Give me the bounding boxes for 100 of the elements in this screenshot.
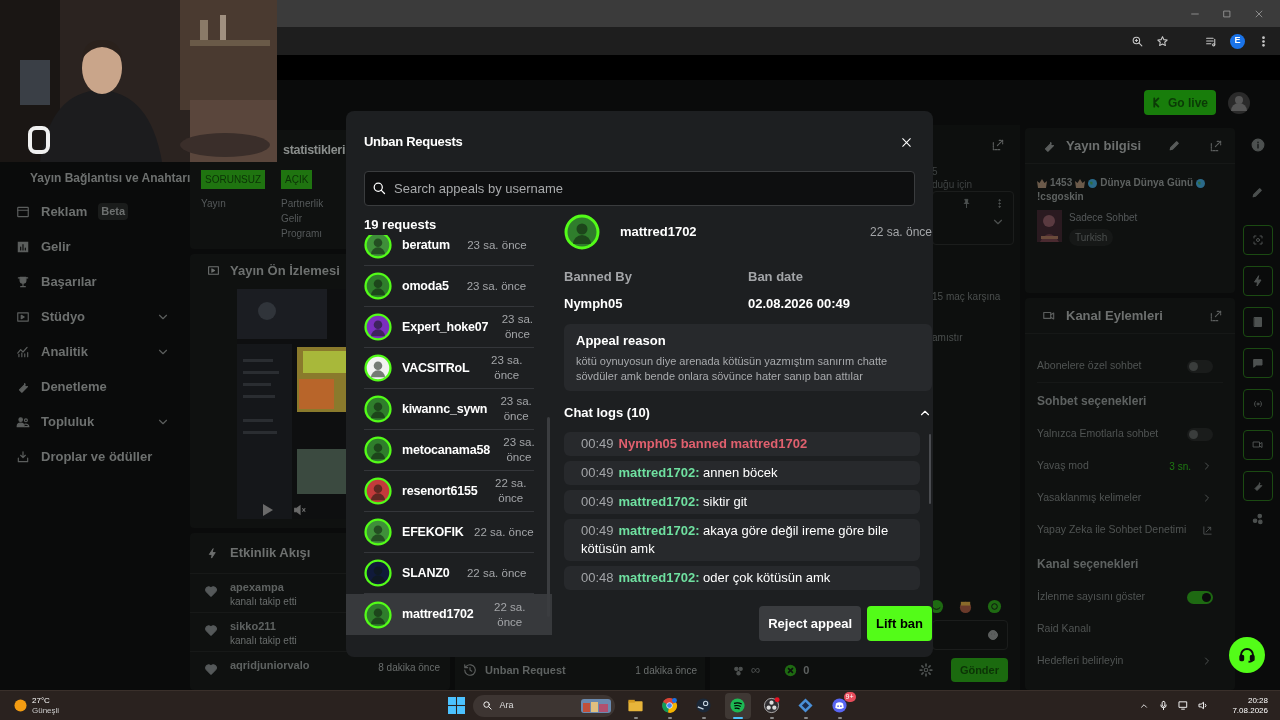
chat-log-entry: 00:48 mattred1702: oder çok kötüsün amk (564, 565, 920, 590)
speaker-icon (1198, 700, 1210, 711)
broadcast-icon (1251, 398, 1264, 410)
setting-row[interactable]: Yavaş mod 3 sn. (1025, 450, 1225, 482)
status-badge: SORUNSUZ (201, 170, 266, 189)
app-icon (831, 697, 848, 714)
activity-time: 8 dakika önce (378, 661, 440, 675)
status-icon (784, 663, 798, 677)
maximize-icon (1222, 8, 1232, 19)
setting-row[interactable]: Yalnızca Emotlarla sohbet (1025, 418, 1225, 450)
info-icon (1250, 138, 1265, 152)
detail-time: 22 sa. önce (869, 224, 932, 241)
category-text: Sadece Sohbet (1069, 211, 1138, 225)
weather-widget[interactable]: 27°C Güneşli (0, 695, 200, 716)
chat-log-entry: 00:49 mattred1702: akaya göre değil ireme göre bile kötüsün amk (564, 518, 920, 561)
setting-value: 3 sn. (1169, 459, 1191, 474)
toggle-switch[interactable] (1187, 427, 1213, 441)
trophy-icon (16, 274, 30, 289)
window-icon (16, 204, 30, 219)
request-row[interactable]: VACSITRoL 23 sa. önce (364, 348, 534, 389)
request-row[interactable]: mattred1702 22 sa. önce (346, 594, 552, 635)
request-row[interactable]: beratum 23 sa. önce (364, 235, 534, 266)
popout-icon (1209, 138, 1223, 153)
network-icon (1178, 700, 1190, 711)
request-row[interactable]: metocanama58 23 sa. önce (364, 430, 534, 471)
sidebar-item[interactable]: Denetleme (0, 369, 190, 404)
taskbar-app[interactable] (724, 692, 751, 719)
toggle-switch[interactable] (1187, 590, 1213, 604)
chat-log-entry: 00:49 mattred1702: annen böcek (564, 460, 920, 485)
request-row[interactable]: kiwannc_sywn 23 sa. önce (364, 389, 534, 430)
sidebar-item[interactable]: Analitik (0, 334, 190, 369)
play-icon[interactable] (262, 503, 274, 518)
search-field[interactable]: Ara (472, 694, 615, 717)
request-row[interactable]: EFEKOFIK 22 sa. önce (364, 512, 534, 553)
profile-avatar[interactable]: E (1230, 33, 1245, 49)
viewer-count: ∞ (751, 661, 761, 680)
sidebar-item[interactable]: Droplar ve ödüller (0, 439, 190, 474)
folder-icon (627, 697, 644, 714)
film-icon (16, 309, 30, 324)
setting-row[interactable]: Hedefleri belirleyin (1025, 645, 1225, 677)
stream-title-text: Dünya Dünya Günü (1100, 176, 1194, 190)
lift-ban-button[interactable]: Lift ban (867, 606, 932, 641)
setting-row[interactable]: Yapay Zeka ile Sohbet Denetimi (1025, 514, 1225, 546)
setting-row[interactable]: Abonelere özel sohbet (1025, 350, 1225, 382)
headset-icon (1238, 646, 1256, 664)
section-heading: Kanal seçenekleri (1037, 555, 1139, 573)
heart-icon (204, 584, 218, 598)
crown-icon (1075, 178, 1086, 188)
windows-start-icon[interactable] (447, 697, 465, 714)
film-icon (207, 263, 220, 277)
setting-row[interactable]: Yasaklanmış kelimeler (1025, 482, 1225, 514)
request-count: 19 requests (364, 217, 438, 233)
go-live-button[interactable]: Go live (1144, 90, 1216, 115)
bolt-icon (1251, 275, 1264, 287)
card-title: statistikleri (283, 141, 346, 159)
request-row[interactable]: omoda5 23 sa. önce (364, 266, 534, 307)
globe-icon (1088, 178, 1098, 188)
section-title: Chat logs (10) (564, 403, 650, 422)
sidebar-item[interactable]: Topluluk (0, 404, 190, 439)
setting-row[interactable]: İzlenme sayısını göster (1025, 581, 1225, 613)
modal-title: Unban Requests (364, 133, 463, 152)
field-value: 02.08.2026 00:49 (748, 294, 851, 313)
field-value: Nymph05 (564, 294, 624, 313)
drop-box-icon (16, 449, 30, 464)
activity-user: aqridjuniorvalo (230, 658, 310, 672)
card-title: Yayın bilgisi (1066, 136, 1142, 155)
detail-username: mattred1702 (620, 223, 697, 242)
app-icon (661, 697, 678, 714)
avatar-icon[interactable] (1228, 91, 1250, 114)
reject-button[interactable]: Reject appeal (759, 606, 862, 641)
smiley-icon (987, 629, 999, 641)
search-field[interactable]: Search appeals by username (364, 171, 915, 206)
zoom-icon (1131, 34, 1144, 48)
sidebar-item[interactable]: Reklam Beta (0, 194, 190, 229)
bolt-icon (207, 547, 218, 559)
search-icon (481, 700, 493, 711)
sidebar-item[interactable]: Gelir (0, 229, 190, 264)
app-icon (763, 697, 780, 714)
pencil-icon (1251, 186, 1264, 199)
stream-key-link[interactable]: Yayın Bağlantısı ve Anahtarı (30, 170, 190, 186)
pin-icon (961, 198, 972, 209)
app-icon (695, 697, 712, 714)
field-label: Banned By (564, 268, 633, 286)
user-avatar (564, 214, 600, 250)
status-label: Partnerlik Gelir Programı (281, 197, 325, 241)
activity-text: kanalı takip etti (230, 595, 297, 609)
dots-icon (1250, 512, 1265, 526)
bar-chart-icon (16, 239, 30, 254)
line-chart-icon (16, 344, 30, 359)
chat-message: amıstır (932, 331, 964, 345)
request-row[interactable]: Expert_hoke07 23 sa. önce (364, 307, 534, 348)
app-icon (797, 697, 814, 714)
activity-user: apexampa (230, 580, 285, 594)
sidebar-item[interactable]: Başarılar (0, 264, 190, 299)
toggle-switch[interactable] (1187, 359, 1213, 373)
sidebar-item[interactable]: Stüdyo (0, 299, 190, 334)
mute-icon[interactable] (293, 503, 307, 518)
setting-row[interactable]: Raid Kanalı (1025, 613, 1225, 645)
clock[interactable]: 20:28 7.08.2026 (1232, 695, 1268, 716)
request-row[interactable]: resenort6155 22 sa. önce (364, 471, 534, 512)
